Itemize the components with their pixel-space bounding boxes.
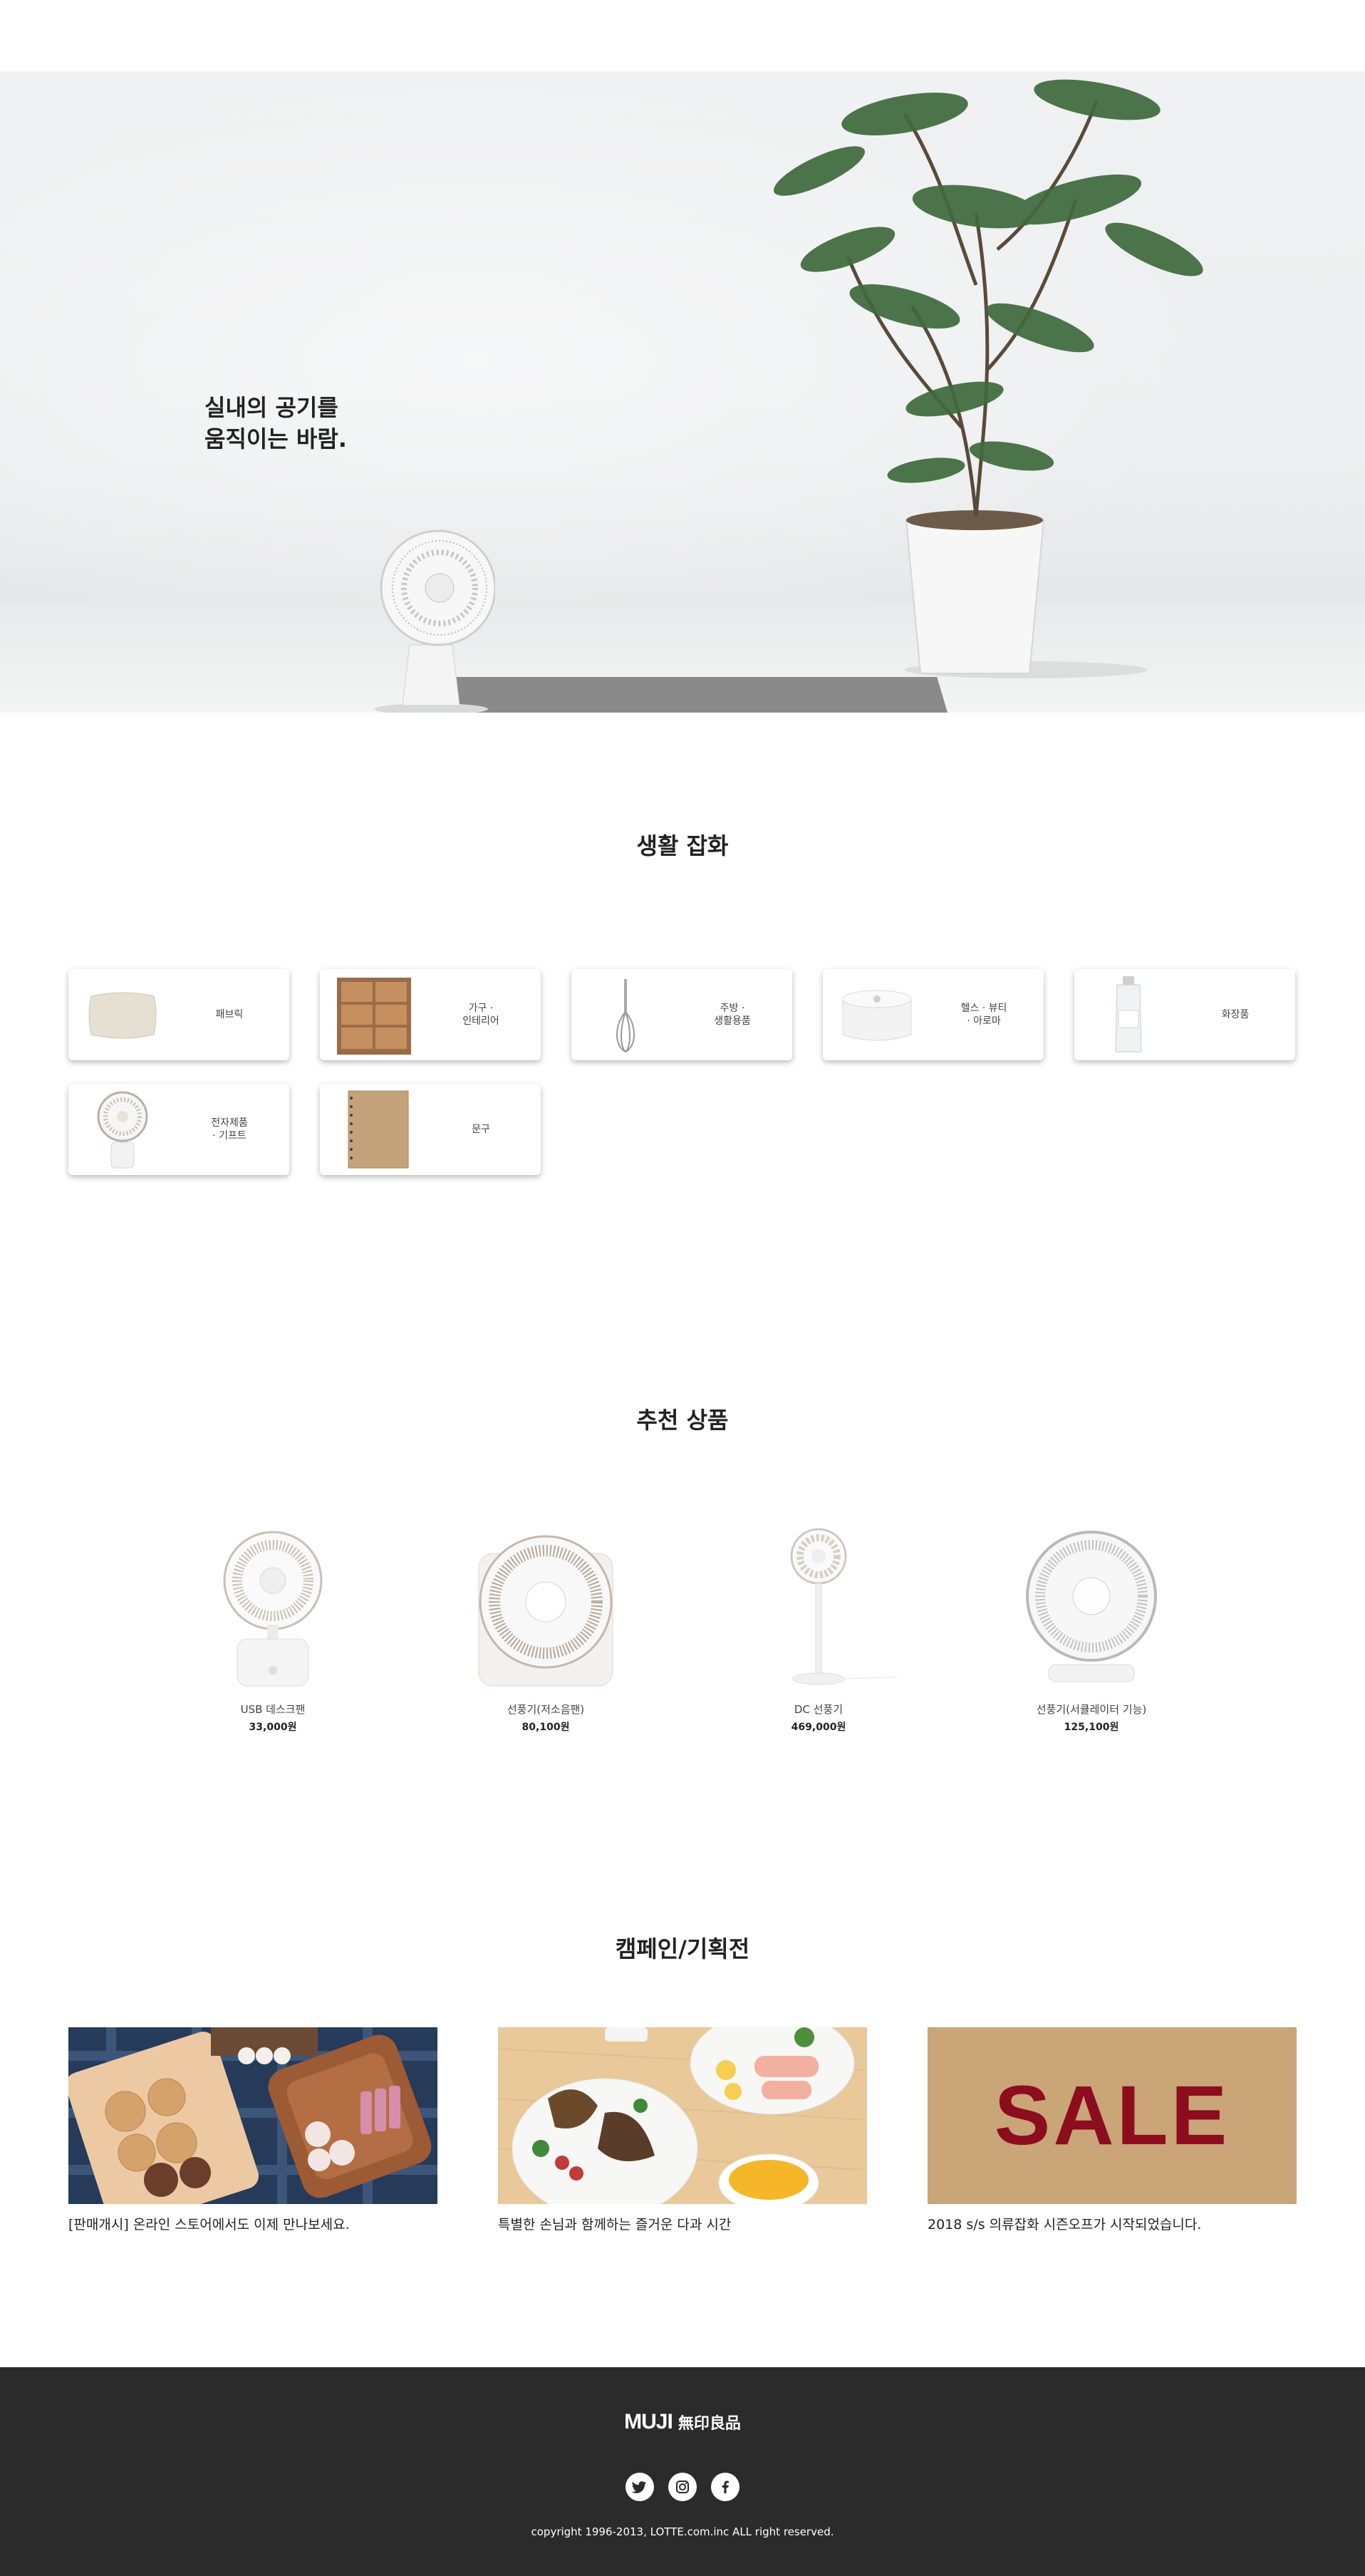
category-card-fabric[interactable]: 패브릭 (68, 969, 289, 1060)
footer-logo-en: MUJI (624, 2410, 673, 2433)
category-card-health-beauty[interactable]: 헬스 · 뷰티 · 아로마 (823, 969, 1044, 1060)
hero-banner: 실내의 공기를 움직이는 바람. (0, 71, 1365, 713)
campaign-card[interactable]: SALE 2018 s/s 의류잡화 시즌오프가 시작되었습니다. (928, 2027, 1297, 2233)
product-price: 80,100원 (521, 1722, 570, 1733)
product-price: 469,000원 (791, 1722, 846, 1733)
category-label: 주방 · 생활용품 (714, 1003, 751, 1027)
product-image-usb-fan (223, 1531, 323, 1687)
hero-headline-line1: 실내의 공기를 (204, 394, 338, 421)
category-card-furniture[interactable]: 가구 · 인테리어 (320, 969, 541, 1060)
category-label: 전자제품 · 기프트 (211, 1117, 248, 1142)
whisk-icon (616, 979, 635, 1053)
cushion-icon (88, 992, 157, 1039)
campaign-card[interactable]: 특별한 손님과 함께하는 즐거운 다과 시간 (498, 2027, 867, 2233)
category-card-electronics[interactable]: 전자제품 · 기프트 (68, 1084, 289, 1175)
footer-logo-jp: 無印良品 (678, 2415, 741, 2433)
category-label: 화장품 (1221, 1009, 1250, 1020)
hero-plant-image (773, 79, 1203, 678)
product-card[interactable]: 선풍기(저소음팬) 80,100원 (439, 1525, 653, 1734)
facebook-icon[interactable] (711, 2473, 739, 2501)
category-card-kitchen[interactable]: 주방 · 생활용품 (571, 969, 792, 1060)
campaign-image-snacks (68, 2027, 437, 2204)
category-label: 문구 (472, 1124, 490, 1135)
footer-copyright: copyright 1996-2013, LOTTE.com.inc ALL r… (531, 2525, 834, 2538)
product-price: 33,000원 (249, 1722, 297, 1733)
recommended-title: 추천 상품 (636, 1407, 729, 1434)
product-name: USB 데스크팬 (240, 1703, 306, 1716)
hero-fan-image (374, 529, 495, 713)
product-card[interactable]: USB 데스크팬 33,000원 (166, 1525, 380, 1734)
product-card[interactable]: DC 선풍기 469,000원 (712, 1525, 925, 1734)
campaign-image-dessert (498, 2027, 867, 2204)
hero-headline: 실내의 공기를 움직이는 바람. (204, 392, 347, 455)
category-label: 가구 · 인테리어 (462, 1003, 499, 1027)
fan-icon (97, 1091, 148, 1169)
category-card-cosmetics[interactable]: 화장품 (1074, 969, 1295, 1060)
campaign-text: 2018 s/s 의류잡화 시즌오프가 시작되었습니다. (928, 2217, 1202, 2233)
sale-banner-text: SALE (994, 2069, 1230, 2163)
category-card-stationery[interactable]: 문구 (320, 1084, 541, 1175)
campaign-card[interactable]: [판매개시] 온라인 스토어에서도 이제 만나보세요. (68, 2027, 437, 2233)
footer-logo[interactable]: MUJI 無印良品 (0, 2410, 1365, 2434)
footer: MUJI 無印良品 copyright 1996-2013, LOTTE.com.… (0, 2367, 1365, 2576)
category-label: 헬스 · 뷰티 · 아로마 (960, 1003, 1007, 1027)
categories-title: 생활 잡화 (636, 832, 729, 859)
product-price: 125,100원 (1064, 1722, 1119, 1733)
twitter-icon[interactable] (626, 2473, 654, 2501)
notebook-icon (348, 1090, 409, 1169)
instagram-icon[interactable] (668, 2473, 697, 2501)
bottle-icon (1115, 976, 1142, 1052)
product-image-circulator-fan (1026, 1531, 1157, 1682)
cabinet-icon (337, 978, 411, 1055)
campaign-text: [판매개시] 온라인 스토어에서도 이제 만나보세요. (68, 2217, 350, 2233)
product-name: DC 선풍기 (794, 1703, 844, 1716)
campaign-image-sale: SALE (928, 2027, 1297, 2204)
product-name: 선풍기(저소음팬) (507, 1703, 585, 1716)
hero-headline-line2: 움직이는 바람. (204, 425, 347, 452)
product-image-low-noise-fan (478, 1535, 613, 1687)
category-label: 패브릭 (215, 1009, 244, 1020)
campaign-text: 특별한 손님과 함께하는 즐거운 다과 시간 (498, 2217, 732, 2233)
product-image-dc-fan (790, 1528, 898, 1685)
product-card[interactable]: 선풍기(서큘레이터 기능) 125,100원 (985, 1525, 1198, 1734)
product-name: 선풍기(서큘레이터 기능) (1036, 1703, 1147, 1716)
diffuser-icon (842, 990, 912, 1041)
campaigns-title: 캠페인/기획전 (615, 1935, 750, 1962)
